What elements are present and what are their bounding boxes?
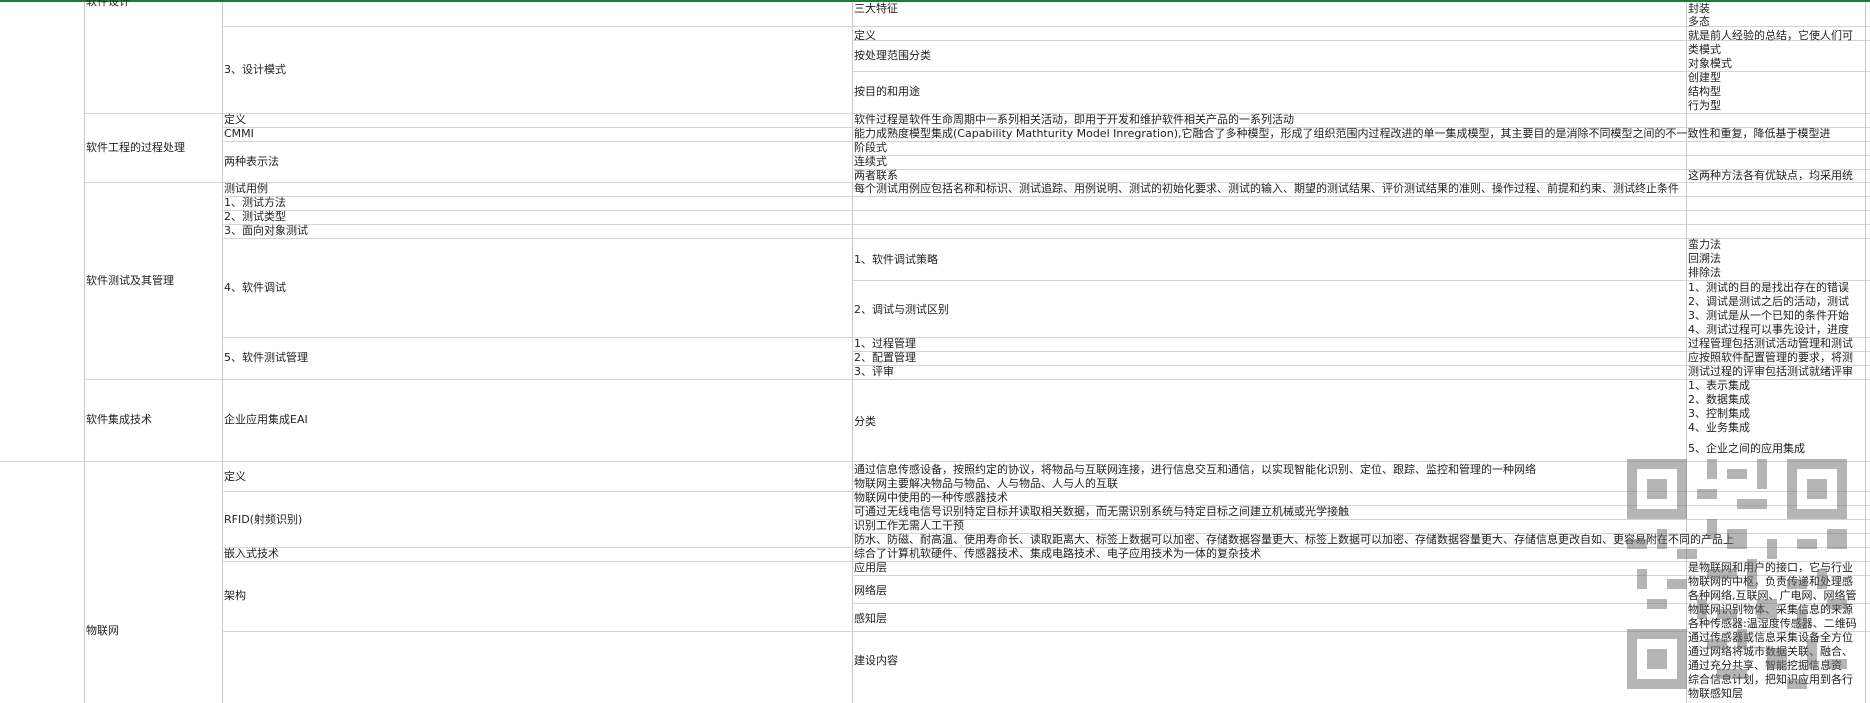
cell-cm-text: 应按照软件配置管理的要求，将测 <box>1688 351 1853 364</box>
row-border <box>222 238 1870 239</box>
cell-app-layer: 应用层 <box>854 561 887 574</box>
cell-backtrack: 回溯法 <box>1688 252 1721 265</box>
cell-design-patterns: 3、设计模式 <box>224 63 286 76</box>
cell-by-scope: 按处理范围分类 <box>854 49 931 62</box>
section-process: 软件工程的过程处理 <box>86 141 185 154</box>
cell-debug-vs-test: 2、调试与测试区别 <box>854 303 949 316</box>
cell-iot-def: 定义 <box>224 470 246 483</box>
cell-behavioral: 行为型 <box>1688 99 1721 112</box>
cell-embedded-text: 综合了计算机软硬件、传感器技术、集成电路技术、电子应用技术为一体的复杂技术 <box>854 547 1261 560</box>
section-iot: 物联网 <box>86 624 119 637</box>
cell-eai4: 4、业务集成 <box>1688 421 1750 434</box>
cell-three-features: 三大特征 <box>854 2 898 15</box>
cell-classify: 分类 <box>854 415 876 428</box>
row-border <box>222 631 1870 632</box>
cell-iot-main: 物联网主要解决物品与物品、人与物品、人与人的互联 <box>854 477 1118 490</box>
cell-rfid-3: 识别工作无需人工干预 <box>854 519 964 532</box>
cell-debug-strategy: 1、软件调试策略 <box>854 253 938 266</box>
cell-debug: 4、软件调试 <box>224 281 286 294</box>
cell-eai5: 5、企业之间的应用集成 <box>1688 442 1805 455</box>
cell-two-repr: 两种表示法 <box>224 155 279 168</box>
cell-both-text: 这两种方法各有优缺点，均采用统 <box>1688 169 1853 182</box>
row-border <box>852 155 1870 156</box>
cell-both-link: 两者联系 <box>854 169 898 182</box>
cell-eai3: 3、控制集成 <box>1688 407 1750 420</box>
cell-by-purpose: 按目的和用途 <box>854 85 920 98</box>
cell-encap: 封装 <box>1688 2 1710 15</box>
section-testing: 软件测试及其管理 <box>86 274 174 287</box>
row-border <box>222 224 1870 225</box>
cell-eai1: 1、表示集成 <box>1688 379 1750 392</box>
cell-proc-def: 定义 <box>224 113 246 126</box>
cell-eai: 企业应用集成EAI <box>224 413 308 426</box>
cell-net-layer: 网络层 <box>854 584 887 597</box>
section-design: 软件设计 <box>86 0 130 8</box>
cell-class-mode: 类模式 <box>1688 43 1721 56</box>
cell-embedded: 嵌入式技术 <box>224 547 279 560</box>
cell-test-case: 测试用例 <box>224 182 268 195</box>
row-border <box>222 210 1870 211</box>
cell-dp-def-text: 就是前人经验的总结，它使人们可 <box>1688 29 1853 42</box>
cell-staged: 阶段式 <box>854 141 887 154</box>
cell-proc-mgmt: 1、过程管理 <box>854 337 916 350</box>
cell-oo-test: 3、面向对象测试 <box>224 224 308 237</box>
cell-dt2: 2、调试是测试之后的活动，测试 <box>1688 295 1849 308</box>
cell-dt1: 1、测试的目的是找出存在的错误 <box>1688 281 1849 294</box>
cell-object-mode: 对象模式 <box>1688 57 1732 70</box>
cell-test-mgmt: 5、软件测试管理 <box>224 351 308 364</box>
row-border <box>222 196 1870 197</box>
cell-config-mgmt: 2、配置管理 <box>854 351 916 364</box>
cell-arch: 架构 <box>224 589 246 602</box>
cell-test-method: 1、测试方法 <box>224 196 286 209</box>
cell-cmmi-text: 能力成熟度模型集成(Capability Mathturity Model In… <box>854 127 1831 140</box>
cell-cmmi: CMMI <box>224 127 254 140</box>
cell-dt4: 4、测试过程可以事先设计，进度 <box>1688 323 1849 336</box>
col-border-a <box>84 2 85 703</box>
row-border <box>222 337 1870 338</box>
cell-construction: 建设内容 <box>854 654 898 667</box>
section-integration: 软件集成技术 <box>86 413 152 426</box>
cell-test-case-text: 每个测试用例应包括名称和标识、测试追踪、用例说明、测试的初始化要求、测试的输入、… <box>854 182 1679 195</box>
cell-elimination: 排除法 <box>1688 266 1721 279</box>
cell-structural: 结构型 <box>1688 85 1721 98</box>
cell-continuous: 连续式 <box>854 155 887 168</box>
cell-eai2: 2、数据集成 <box>1688 393 1750 406</box>
cell-perception-layer: 感知层 <box>854 612 887 625</box>
cell-proc-def-text: 软件过程是软件生命周期中一系列相关活动，即用于开发和维护软件相关产品的一系列活动 <box>854 113 1294 126</box>
row-border <box>0 461 1870 462</box>
cell-dp-def: 定义 <box>854 29 876 42</box>
cell-review: 3、评审 <box>854 365 894 378</box>
cell-creational: 创建型 <box>1688 71 1721 84</box>
qr-code-watermark <box>1627 459 1847 689</box>
row-border <box>222 26 1870 27</box>
cell-rv-text: 测试过程的评审包括测试就绪评审 <box>1688 365 1853 378</box>
row-border <box>222 141 1870 142</box>
spreadsheet-grid: 软件设计 软件工程的过程处理 软件测试及其管理 软件集成技术 物联网 3、设计模… <box>0 0 1870 703</box>
row-border <box>84 379 1870 380</box>
col-border-c <box>852 2 853 703</box>
cell-dt3: 3、测试是从一个已知的条件开始 <box>1688 309 1849 322</box>
cell-poly: 多态 <box>1688 15 1710 28</box>
col-border-b <box>222 2 223 703</box>
cell-brute: 蛮力法 <box>1688 238 1721 251</box>
row-border <box>222 561 1870 562</box>
cell-test-type: 2、测试类型 <box>224 210 286 223</box>
cell-pm-text: 过程管理包括测试活动管理和测试 <box>1688 337 1853 350</box>
cell-rfid-1: 物联网中使用的一种传感器技术 <box>854 491 1008 504</box>
row-border <box>222 491 1870 492</box>
cell-rfid: RFID(射频识别) <box>224 513 303 526</box>
